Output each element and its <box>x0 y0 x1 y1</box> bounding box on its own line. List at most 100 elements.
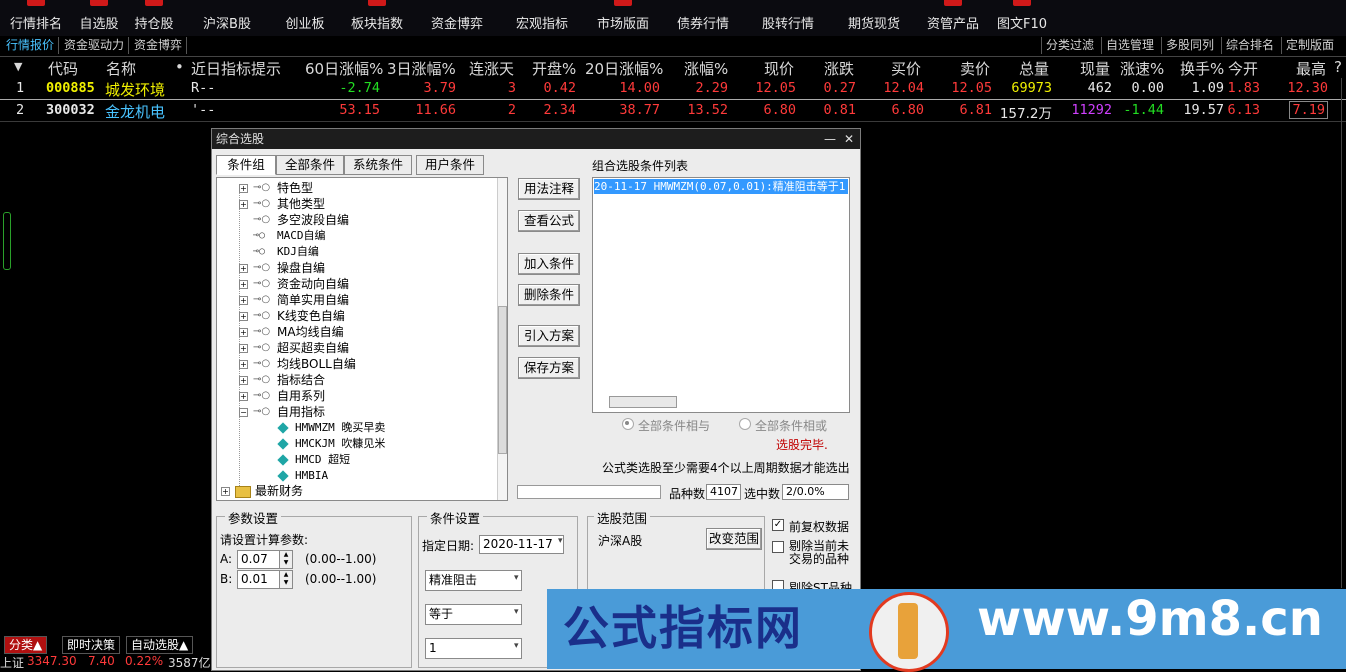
toolbar-item-bonds[interactable]: 债券行情 <box>672 0 734 36</box>
add-condition-button[interactable]: 加入条件 <box>518 253 580 275</box>
param-a-spinner[interactable]: ▲ ▼ <box>279 550 293 569</box>
toolbar-item-ranking[interactable]: 行情排名 <box>0 0 72 36</box>
tab-custom-layout[interactable]: 定制版面 <box>1281 37 1338 54</box>
toolbar-label: 自选股 <box>79 17 119 32</box>
col-curvol[interactable]: 现量 <box>1080 58 1110 79</box>
tab-fund-drive[interactable]: 资金驱动力 <box>60 37 130 54</box>
condition-list-hscroll[interactable] <box>609 396 677 408</box>
tab-category-filter[interactable]: 分类过滤 <box>1041 37 1098 54</box>
col-code[interactable]: 代码 <box>48 58 78 79</box>
col-dot[interactable]: • <box>175 58 184 76</box>
status-tab-decision[interactable]: 即时决策 <box>62 636 121 654</box>
toolbar-item-watchlist[interactable]: 自选股 <box>72 0 126 36</box>
toolbar-item-f10[interactable]: 图文F10 <box>994 0 1050 36</box>
col-high[interactable]: 最高 <box>1296 58 1326 79</box>
chevron-down-icon[interactable]: ▾ <box>514 607 519 617</box>
line-select[interactable]: 精准阻击 <box>425 570 522 591</box>
chevron-down-icon[interactable]: ▾ <box>514 641 519 651</box>
condition-list[interactable]: 20-11-17 HMWMZM(0.07,0.01):精准阻击等于1 <box>592 177 850 413</box>
tab-quotes[interactable]: 行情报价 <box>2 37 60 54</box>
chevron-down-icon[interactable]: ▾ <box>514 573 519 583</box>
tab-watch-manage[interactable]: 自选管理 <box>1101 37 1158 54</box>
param-b-spinner[interactable]: ▲ ▼ <box>279 570 293 589</box>
toolbar-item-holdings[interactable]: 持仓股 <box>126 0 182 36</box>
chg: 2.29 <box>695 80 728 96</box>
tab-fund-game[interactable]: 资金博弈 <box>130 37 188 54</box>
delete-condition-button[interactable]: 删除条件 <box>518 284 580 306</box>
col-name[interactable]: 名称 <box>106 58 136 79</box>
save-scheme-button[interactable]: 保存方案 <box>518 357 580 379</box>
status-tab-category[interactable]: 分类▲ <box>4 636 48 654</box>
date-input[interactable]: 2020-11-17 <box>479 535 564 554</box>
col-vol[interactable]: 总量 <box>1019 58 1049 79</box>
col-speed[interactable]: 涨速% <box>1120 58 1164 79</box>
toolbar-icon <box>27 0 45 6</box>
table-row[interactable]: 1 000885 城发环境 R-- -2.74 3.79 3 0.42 14.0… <box>0 78 1346 100</box>
params-group: 参数设置 请设置计算参数: A: 0.07 ▲ ▼ (0.00--1.00) B:… <box>216 508 412 668</box>
col-updays[interactable]: 连涨天 <box>469 58 514 79</box>
toolbar-label: 持仓股 <box>134 17 174 32</box>
toolbar-item-b-shares[interactable]: 沪深B股 <box>196 0 258 36</box>
tab-multi-stock[interactable]: 多股同列 <box>1161 37 1218 54</box>
stock-code: 000885 <box>46 80 95 96</box>
condition-settings-title: 条件设置 <box>427 508 484 527</box>
col-diff[interactable]: 涨跌 <box>824 58 854 79</box>
tab-all-conditions[interactable]: 全部条件 <box>276 155 344 175</box>
change-scope-button[interactable]: 改变范围 <box>706 528 762 550</box>
toolbar-item-gem[interactable]: 创业板 <box>278 0 332 36</box>
value-select[interactable]: 1 <box>425 638 522 659</box>
toolbar-item-sector-index[interactable]: 板块指数 <box>346 0 408 36</box>
table-row[interactable]: 2 300032 金龙机电 '-- 53.15 11.66 2 2.34 38.… <box>0 100 1346 122</box>
col-chg60[interactable]: 60日涨幅% <box>305 58 383 79</box>
close-icon[interactable]: ✕ <box>844 129 854 149</box>
stock-name: 城发环境 <box>105 81 166 99</box>
radio-or[interactable] <box>739 418 751 430</box>
param-a-input[interactable]: 0.07 <box>237 550 280 569</box>
param-b-input[interactable]: 0.01 <box>237 570 280 589</box>
rights-checkbox[interactable]: ✓ <box>772 519 784 531</box>
tab-composite-rank[interactable]: 综合排名 <box>1221 37 1278 54</box>
col-more[interactable]: ? <box>1334 58 1342 76</box>
operator-select[interactable]: 等于 <box>425 604 522 625</box>
col-ask[interactable]: 卖价 <box>960 58 990 79</box>
col-price[interactable]: 现价 <box>764 58 794 79</box>
col-bid[interactable]: 买价 <box>891 58 921 79</box>
chevron-down-icon[interactable]: ▾ <box>558 536 563 546</box>
toolbar-item-fund-game[interactable]: 资金博弈 <box>426 0 488 36</box>
col-open-pct[interactable]: 开盘% <box>532 58 576 79</box>
import-scheme-button[interactable]: 引入方案 <box>518 325 580 347</box>
view-formula-button[interactable]: 查看公式 <box>518 210 580 232</box>
tab-condition-group[interactable]: 条件组 <box>216 155 276 175</box>
count-label: 品种数 <box>669 487 706 501</box>
col-turnover[interactable]: 换手% <box>1180 58 1224 79</box>
tree-scroll-thumb[interactable] <box>498 306 507 454</box>
condition-list-item[interactable]: 20-11-17 HMWMZM(0.07,0.01):精准阻击等于1 <box>594 179 848 194</box>
usage-notes-button[interactable]: 用法注释 <box>518 178 580 200</box>
col-chg20[interactable]: 20日涨幅% <box>585 58 663 79</box>
toolbar-icon <box>145 0 163 6</box>
sort-arrow-icon[interactable]: ▼ <box>14 60 22 73</box>
toolbar-item-futures[interactable]: 期货现货 <box>842 0 906 36</box>
side-scroll-handle[interactable] <box>3 212 11 270</box>
col-chg3[interactable]: 3日涨幅% <box>387 58 456 79</box>
ask: 12.05 <box>951 80 992 96</box>
dialog-titlebar[interactable]: 综合选股 — ✕ <box>212 129 860 149</box>
col-chg[interactable]: 涨幅% <box>684 58 728 79</box>
col-open[interactable]: 今开 <box>1228 58 1258 79</box>
toolbar-item-transfer[interactable]: 股转行情 <box>757 0 819 36</box>
tab-system-conditions[interactable]: 系统条件 <box>344 155 412 175</box>
chg20: 38.77 <box>619 102 660 118</box>
toolbar-item-macro[interactable]: 宏观指标 <box>510 0 574 36</box>
rights-label: 前复权数据 <box>789 520 850 534</box>
diff: 0.81 <box>823 102 856 118</box>
col-hint[interactable]: 近日指标提示 <box>191 58 281 79</box>
condition-tree[interactable]: + ⊸○ 特色型 + ⊸○ 其他类型 ⊸○ 多空波段自编 ⊸○ MACD自编 ⊸○ KDJ自编… <box>216 177 508 501</box>
exclude-suspended-checkbox[interactable] <box>772 541 784 553</box>
minimize-icon[interactable]: — <box>824 129 836 149</box>
toolbar-item-market-layout[interactable]: 市场版面 <box>592 0 654 36</box>
stock-code: 300032 <box>46 102 95 118</box>
status-tab-auto-select[interactable]: 自动选股▲ <box>126 636 194 654</box>
tab-user-conditions[interactable]: 用户条件 <box>416 155 484 175</box>
toolbar-item-asset-mgmt[interactable]: 资管产品 <box>924 0 982 36</box>
speed: -1.44 <box>1123 102 1164 118</box>
